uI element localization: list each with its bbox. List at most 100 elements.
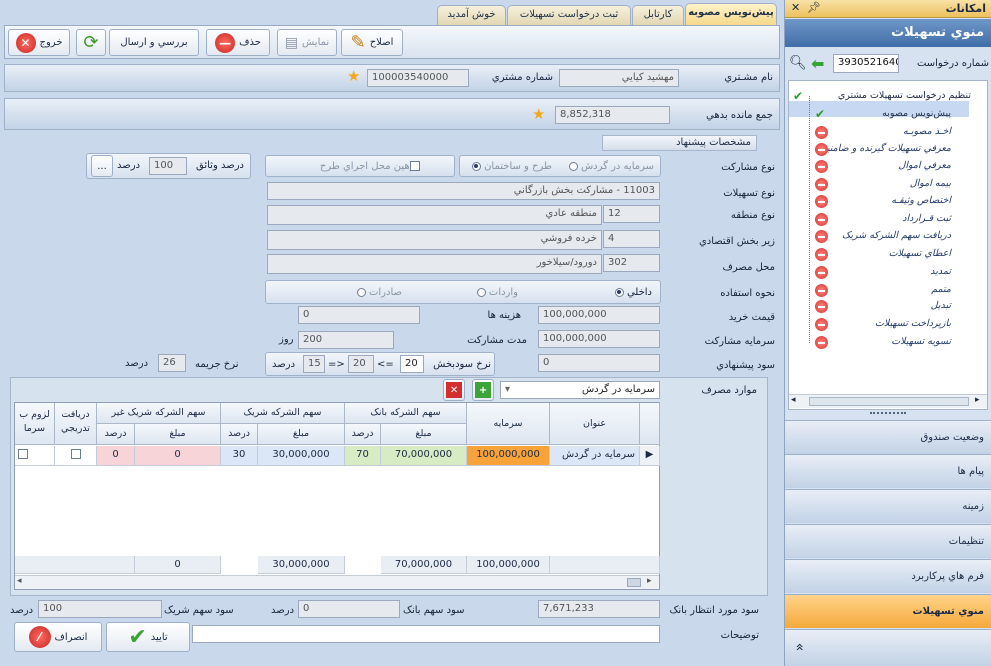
confirm-button[interactable]: تاييد ✔ <box>106 622 190 652</box>
favorite-star-icon[interactable]: ★ <box>347 69 360 84</box>
col-header-gradual: دريافت تدريجي <box>55 403 97 445</box>
radio-domestic[interactable] <box>614 287 624 297</box>
cell-partner-percent[interactable]: 30 <box>221 446 258 466</box>
opt-exports: صادرات <box>356 287 402 298</box>
scroll-thumb[interactable] <box>627 578 641 587</box>
nav-expand[interactable]: » <box>785 629 991 666</box>
bank-profit-label: سود سهم بانک <box>403 605 465 616</box>
radio-imports[interactable] <box>476 287 486 297</box>
cell-title[interactable]: سرمايه در گردش <box>550 446 640 466</box>
sidebar-close-icon[interactable]: ✕ <box>791 1 800 14</box>
tree-item[interactable]: پيش‌نويس مصوبه <box>882 108 951 119</box>
blocked-step-icon <box>815 336 828 349</box>
search-icon[interactable]: 🔍︎ <box>789 55 807 71</box>
col-header-need: لزوم ب سرما <box>15 403 55 445</box>
nav-background[interactable]: زمينه <box>785 489 991 523</box>
scroll-left-icon[interactable]: ◂ <box>17 576 22 586</box>
tree-item[interactable]: بازپرداخت تسهيلات <box>875 318 951 329</box>
bank-profit-field[interactable]: 0 <box>298 600 400 618</box>
tab-draft-approval[interactable]: پيش‌نويس مصوبه <box>685 3 777 25</box>
cell-gradual <box>55 446 97 466</box>
nav-facilities-menu[interactable]: منوي تسهيلات <box>785 594 991 628</box>
col-header-need-line2: سرما <box>23 423 46 434</box>
partner-profit-unit: درصد <box>10 605 34 616</box>
debt-star-icon[interactable]: ★ <box>532 107 545 122</box>
profit-rate-v2[interactable]: 20 <box>348 355 374 373</box>
purchase-price-field[interactable]: 100,000,000 <box>538 306 660 324</box>
collateral-more-button[interactable]: ... <box>91 155 113 177</box>
tab-cartable[interactable]: کارتابل <box>632 5 684 25</box>
tab-register-request[interactable]: ثبت درخواست تسهيلات <box>507 5 631 25</box>
notes-field[interactable] <box>192 625 660 643</box>
cell-bank-percent[interactable]: 70 <box>345 446 381 466</box>
tree-item[interactable]: تمديد <box>930 266 951 277</box>
cell-partner-amount[interactable]: 30,000,000 <box>258 446 345 466</box>
gradual-checkbox[interactable] <box>70 449 81 459</box>
radio-project-building[interactable] <box>471 161 481 171</box>
usage-items-select[interactable]: سرمايه در گردش ▾ <box>500 381 660 399</box>
tree-item[interactable]: معرفي تسهيلات گيرنده و ضامنين <box>820 143 951 154</box>
tree-item[interactable]: اختصاص وثيقـه <box>891 195 951 206</box>
cancel-button[interactable]: انصراف ⁄ <box>14 622 102 652</box>
nav-fund-status[interactable]: وضعيت صندوق <box>785 420 991 454</box>
partner-profit-field[interactable]: 100 <box>38 600 162 618</box>
tree-item[interactable]: تسويه تسهيلات <box>891 336 951 347</box>
delete-button[interactable]: حذف — <box>206 29 270 56</box>
pin-icon[interactable]: 📌︎ <box>807 1 821 14</box>
tree-item[interactable]: اخـذ مصوبـه <box>903 126 951 137</box>
need-checkbox[interactable] <box>18 449 28 459</box>
cell-nc-percent[interactable]: 0 <box>97 446 135 466</box>
profit-rate-v3[interactable]: 15 <box>303 355 325 373</box>
add-row-button[interactable]: + <box>472 379 494 401</box>
show-button[interactable]: نمايش ▤ <box>277 29 337 56</box>
cell-capital[interactable]: 100,000,000 <box>467 446 550 466</box>
sidebar-header: امکانات 📌︎ ✕ <box>785 0 991 18</box>
tree-item[interactable]: تبديل <box>931 300 951 311</box>
grid-horizontal-scrollbar[interactable]: ◂ ▸ <box>15 575 659 589</box>
radio-exports[interactable] <box>356 287 366 297</box>
pencil-icon: ✎ <box>350 32 366 53</box>
blocked-step-icon <box>815 143 828 156</box>
toolbar: اصلاح ✎ نمايش ▤ حذف — بررسي و ارسال ⟳ خر… <box>4 25 780 59</box>
tree-scroll-thumb[interactable] <box>809 397 969 406</box>
collateral-field[interactable]: 100 <box>149 157 187 175</box>
cell-nc-amount[interactable]: 0 <box>135 446 221 466</box>
tree-item[interactable]: متمم <box>931 284 951 295</box>
tree-item[interactable]: معرفي اموال <box>898 160 951 171</box>
proposed-profit-field[interactable]: 0 <box>538 354 660 372</box>
scroll-right-icon[interactable]: ▸ <box>647 576 652 586</box>
tree-item[interactable]: دريافت سهم الشرکه شريک <box>842 230 951 241</box>
tab-welcome[interactable]: خوش آمديد <box>437 5 506 25</box>
tree-item[interactable]: اعطاي تسهيلات <box>889 248 951 259</box>
tree-item[interactable]: ثبت قـرارداد <box>902 213 951 224</box>
cell-bank-amount[interactable]: 70,000,000 <box>381 446 467 466</box>
mortgage-checkbox[interactable] <box>410 161 420 171</box>
nav-common-forms[interactable]: فرم هاي پرکاربرد <box>785 559 991 593</box>
row-selector-indicator[interactable]: ▶ <box>640 446 660 466</box>
tree-item[interactable]: تنظيم درخواست تسهيلات مشتري <box>838 90 971 101</box>
blocked-step-icon <box>815 266 828 279</box>
exit-button[interactable]: خروج ✕ <box>8 29 70 56</box>
penalty-field[interactable]: 26 <box>158 354 186 372</box>
splitter-grip[interactable] <box>870 412 906 416</box>
tree-horizontal-scrollbar[interactable]: ◂ ▸ <box>789 394 987 408</box>
profit-rate-v1[interactable]: 20 <box>400 355 424 373</box>
duration-field[interactable]: 200 <box>298 331 394 349</box>
go-back-arrow-icon[interactable]: ⬅ <box>811 54 824 73</box>
nav-messages[interactable]: پيام ها <box>785 454 991 488</box>
remove-row-button[interactable]: ✕ <box>443 379 465 401</box>
tree-scroll-left-icon[interactable]: ◂ <box>791 395 796 405</box>
request-number-field[interactable]: 3930521640 <box>833 54 899 73</box>
participation-capital-field[interactable]: 100,000,000 <box>538 330 660 348</box>
radio-working-capital[interactable] <box>568 161 578 171</box>
review-send-button[interactable]: بررسي و ارسال <box>109 29 199 56</box>
col-header-capital[interactable]: سرمايه <box>467 403 550 445</box>
tree-scroll-right-icon[interactable]: ▸ <box>975 395 980 405</box>
col-header-title[interactable]: عنوان <box>550 403 640 445</box>
row-header-corner <box>640 403 660 445</box>
edit-button[interactable]: اصلاح ✎ <box>341 29 403 56</box>
refresh-button[interactable]: ⟳ <box>76 29 106 56</box>
nav-settings[interactable]: تنظيمات <box>785 524 991 558</box>
tree-item[interactable]: بيمه اموال <box>910 178 951 189</box>
costs-field[interactable]: 0 <box>298 306 420 324</box>
